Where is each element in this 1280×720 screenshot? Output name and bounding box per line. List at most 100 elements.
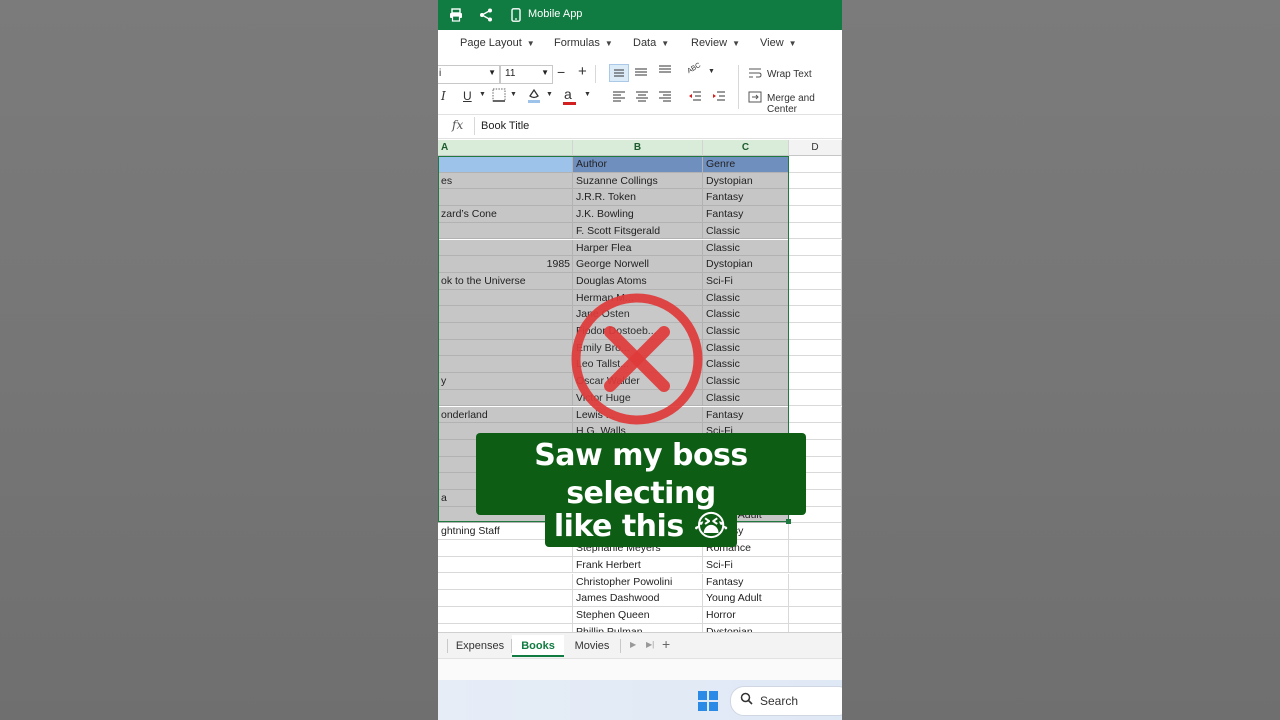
table-row[interactable]: Stephen Queen Horror	[438, 606, 842, 624]
mobile-app-label[interactable]: Mobile App	[528, 8, 582, 20]
cell-c[interactable]: Fantasy	[703, 189, 789, 207]
merge-center-button[interactable]: Merge and Center	[767, 93, 842, 115]
align-right-icon[interactable]	[658, 90, 672, 105]
cell-a[interactable]: 1985	[438, 256, 573, 273]
fill-color-icon[interactable]	[526, 87, 542, 106]
cell-a[interactable]	[438, 323, 573, 340]
cell-a[interactable]	[438, 590, 573, 607]
cell-b[interactable]: J.K. Bowling	[573, 206, 703, 223]
cell-a[interactable]	[438, 189, 573, 207]
cell-c[interactable]: Young Adult	[703, 590, 789, 607]
cell-c[interactable]: Classic	[703, 239, 789, 257]
table-row[interactable]: Harper Flea Classic	[438, 239, 842, 257]
align-left-icon[interactable]	[612, 90, 626, 105]
cell-d[interactable]	[789, 590, 842, 607]
increase-indent-icon[interactable]	[712, 90, 726, 105]
merge-center-icon[interactable]	[748, 91, 762, 106]
taskbar-search[interactable]: Search	[730, 686, 842, 716]
cell-a[interactable]	[438, 339, 573, 357]
cell-d[interactable]	[789, 256, 842, 273]
formula-input[interactable]: Book Title	[474, 117, 839, 135]
cell-a[interactable]	[438, 222, 573, 240]
share-icon[interactable]	[477, 6, 495, 24]
cell-d[interactable]	[789, 373, 842, 390]
cell-d[interactable]	[789, 323, 842, 340]
cell-b[interactable]: Suzanne Collings	[573, 172, 703, 190]
table-row[interactable]: ok to the Universe Douglas Atoms Sci-Fi	[438, 272, 842, 290]
chevron-down-icon[interactable]: ▼	[584, 91, 591, 98]
align-bottom-icon[interactable]	[658, 64, 672, 79]
decrease-font-icon[interactable]: −	[557, 64, 565, 80]
borders-icon[interactable]	[492, 88, 506, 105]
tab-expenses[interactable]: Expenses	[450, 635, 510, 657]
cell-c[interactable]: Dystopian	[703, 623, 789, 632]
wrap-text-button[interactable]: Wrap Text	[767, 69, 812, 80]
cell-c[interactable]: Dystopian	[703, 172, 789, 190]
chevron-down-icon[interactable]: ▼	[708, 68, 715, 75]
mobile-phone-icon[interactable]	[507, 6, 525, 24]
cell-c[interactable]: Classic	[703, 323, 789, 340]
cell-c[interactable]: Genre	[703, 156, 789, 173]
cell-d[interactable]	[789, 272, 842, 290]
cell-c[interactable]: Classic	[703, 289, 789, 307]
table-row[interactable]: 1985 George Norwell Dystopian	[438, 256, 842, 273]
cell-a[interactable]	[438, 389, 573, 407]
underline-button[interactable]: U	[463, 89, 472, 103]
table-row[interactable]: J.R.R. Token Fantasy	[438, 189, 842, 207]
cell-c[interactable]: Classic	[703, 373, 789, 390]
cell-d[interactable]	[789, 156, 842, 173]
cell-a[interactable]: es	[438, 172, 573, 190]
font-name-select[interactable]: i ▼	[438, 65, 500, 84]
chevron-down-icon[interactable]: ▼	[546, 91, 553, 98]
cell-d[interactable]	[789, 389, 842, 407]
column-header-b[interactable]: B	[573, 140, 703, 156]
font-color-button[interactable]: a	[564, 86, 572, 102]
cell-b[interactable]: F. Scott Fitsgerald	[573, 222, 703, 240]
menu-formulas[interactable]: Formulas ▼	[554, 37, 613, 49]
cell-d[interactable]	[789, 289, 842, 307]
cell-a[interactable]	[438, 556, 573, 574]
font-size-select[interactable]: 11 ▼	[500, 65, 553, 84]
chevron-down-icon[interactable]: ▼	[479, 91, 486, 98]
cell-d[interactable]	[789, 306, 842, 323]
cell-b[interactable]: Harper Flea	[573, 239, 703, 257]
cell-a[interactable]: onderland	[438, 406, 573, 424]
cell-d[interactable]	[789, 172, 842, 190]
cell-c[interactable]: Fantasy	[703, 573, 789, 591]
cell-b[interactable]: Phillip Pulman	[573, 623, 703, 632]
cell-d[interactable]	[789, 556, 842, 574]
cell-a[interactable]	[438, 623, 573, 632]
cell-b[interactable]: Christopher Powolini	[573, 573, 703, 591]
cell-a[interactable]: y	[438, 373, 573, 390]
cell-c[interactable]: Classic	[703, 339, 789, 357]
cell-d[interactable]	[789, 623, 842, 632]
align-center-icon[interactable]	[635, 90, 649, 105]
windows-start-icon[interactable]	[698, 691, 718, 711]
align-middle-icon[interactable]	[634, 66, 648, 81]
chevron-down-icon[interactable]: ▼	[510, 91, 517, 98]
cell-b[interactable]: James Dashwood	[573, 590, 703, 607]
cell-d[interactable]	[789, 606, 842, 624]
cell-b[interactable]: J.R.R. Token	[573, 189, 703, 207]
cell-c[interactable]: Fantasy	[703, 206, 789, 223]
cell-a[interactable]	[438, 356, 573, 374]
cell-d[interactable]	[789, 356, 842, 374]
cell-c[interactable]: Horror	[703, 606, 789, 624]
cell-c[interactable]: Classic	[703, 356, 789, 374]
function-icon[interactable]: fx	[452, 118, 463, 132]
column-header-d[interactable]: D	[789, 140, 842, 156]
table-row[interactable]: F. Scott Fitsgerald Classic	[438, 222, 842, 240]
cell-b[interactable]: Douglas Atoms	[573, 272, 703, 290]
add-sheet-button[interactable]: +	[662, 636, 670, 652]
header-row[interactable]: Author Genre	[438, 156, 842, 173]
orientation-button[interactable]: ABC	[686, 62, 702, 75]
menu-review[interactable]: Review ▼	[691, 37, 740, 49]
cell-b[interactable]: George Norwell	[573, 256, 703, 273]
cell-c[interactable]: Classic	[703, 389, 789, 407]
cell-b[interactable]: Author	[573, 156, 703, 173]
tab-books[interactable]: Books	[512, 635, 564, 657]
cell-d[interactable]	[789, 222, 842, 240]
wrap-text-icon[interactable]	[748, 67, 762, 82]
decrease-indent-icon[interactable]	[688, 90, 702, 105]
cell-c[interactable]: Dystopian	[703, 256, 789, 273]
